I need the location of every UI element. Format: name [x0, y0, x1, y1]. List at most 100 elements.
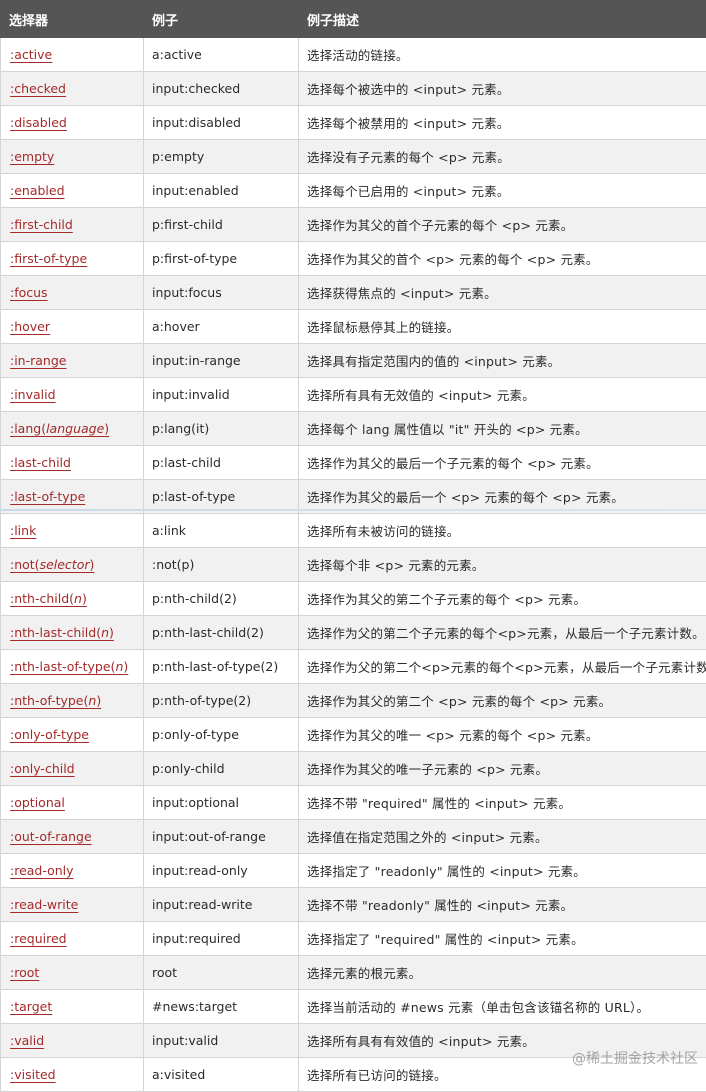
example-cell: p:first-of-type	[144, 242, 299, 276]
example-cell: input:in-range	[144, 344, 299, 378]
selector-link[interactable]: :visited	[10, 1067, 56, 1082]
selector-link[interactable]: :nth-of-type(n)	[10, 693, 101, 708]
selector-link[interactable]: :disabled	[10, 115, 67, 130]
selector-name: :visited	[10, 1067, 56, 1082]
selector-cell: :first-child	[1, 208, 144, 242]
description-cell: 选择当前活动的 #news 元素（单击包含该锚名称的 URL）。	[299, 990, 706, 1024]
selector-name: :nth-last-child(	[10, 625, 101, 640]
selector-link[interactable]: :read-only	[10, 863, 74, 878]
description-cell: 选择作为父的第二个子元素的每个<p>元素，从最后一个子元素计数。	[299, 616, 706, 650]
table-header: 选择器 例子 例子描述	[1, 1, 706, 38]
selector-name: :enabled	[10, 183, 65, 198]
selector-name: :active	[10, 47, 52, 62]
selector-link[interactable]: :active	[10, 47, 52, 62]
selector-name: :last-of-type	[10, 489, 85, 504]
header-row: 选择器 例子 例子描述	[1, 1, 706, 38]
description-cell: 选择值在指定范围之外的 <input> 元素。	[299, 820, 706, 854]
selector-name: :nth-child(	[10, 591, 74, 606]
selector-cell: :only-of-type	[1, 718, 144, 752]
table-row: :optionalinput:optional选择不带 "required" 属…	[1, 786, 706, 820]
selector-link[interactable]: :out-of-range	[10, 829, 92, 844]
description-cell: 选择指定了 "required" 属性的 <input> 元素。	[299, 922, 706, 956]
selector-name: :focus	[10, 285, 48, 300]
selector-link[interactable]: :enabled	[10, 183, 65, 198]
selector-argument: selector	[40, 557, 90, 572]
selector-close-paren: )	[109, 625, 114, 640]
table-row: :only-of-type p:only-of-type选择作为其父的唯一 <p>…	[1, 718, 706, 752]
selector-link[interactable]: :invalid	[10, 387, 56, 402]
selector-cell: :only-child	[1, 752, 144, 786]
table-row: :checkedinput:checked选择每个被选中的 <input> 元素…	[1, 72, 706, 106]
header-example: 例子	[144, 1, 299, 38]
selector-cell: :active	[1, 38, 144, 72]
description-cell: 选择作为其父的第二个子元素的每个 <p> 元素。	[299, 582, 706, 616]
example-cell: input:enabled	[144, 174, 299, 208]
selector-link[interactable]: :not(selector)	[10, 557, 94, 572]
table-row: :out-of-range input:out-of-range选择值在指定范围之…	[1, 820, 706, 854]
selector-close-paren: )	[123, 659, 128, 674]
selector-name: :nth-last-of-type(	[10, 659, 115, 674]
selector-reference-table: 选择器 例子 例子描述 :activea:active选择活动的链接。:chec…	[0, 0, 706, 1092]
table-row: :activea:active选择活动的链接。	[1, 38, 706, 72]
selector-link[interactable]: :checked	[10, 81, 66, 96]
selector-link[interactable]: :empty	[10, 149, 54, 164]
selector-name: :first-child	[10, 217, 73, 232]
example-cell: input:optional	[144, 786, 299, 820]
selector-link[interactable]: :first-of-type	[10, 251, 87, 266]
example-cell: a:visited	[144, 1058, 299, 1092]
selector-link[interactable]: :first-child	[10, 217, 73, 232]
selector-cell: :required	[1, 922, 144, 956]
table-row: :first-childp:first-child选择作为其父的首个子元素的每个…	[1, 208, 706, 242]
selector-name: :only-of-type	[10, 727, 89, 742]
selector-link[interactable]: :nth-last-of-type(n)	[10, 659, 128, 674]
selector-link[interactable]: :valid	[10, 1033, 44, 1048]
selector-link[interactable]: :nth-last-child(n)	[10, 625, 114, 640]
selector-link[interactable]: :last-of-type	[10, 489, 85, 504]
selector-link[interactable]: :focus	[10, 285, 48, 300]
selector-link[interactable]: :target	[10, 999, 52, 1014]
selector-name: :lang(	[10, 421, 46, 436]
table-row: :focusinput:focus选择获得焦点的 <input> 元素。	[1, 276, 706, 310]
selector-cell: :empty	[1, 140, 144, 174]
description-cell: 选择所有具有无效值的 <input> 元素。	[299, 378, 706, 412]
selector-link[interactable]: :only-child	[10, 761, 75, 776]
selector-name: :only-child	[10, 761, 75, 776]
selector-link[interactable]: :optional	[10, 795, 65, 810]
selector-link[interactable]: :link	[10, 523, 36, 538]
example-cell: p:nth-of-type(2)	[144, 684, 299, 718]
table-row: :hovera:hover选择鼠标悬停其上的链接。	[1, 310, 706, 344]
selector-link[interactable]: :in-range	[10, 353, 66, 368]
table-row: :requiredinput:required选择指定了 "required" …	[1, 922, 706, 956]
selector-cell: :lang(language)	[1, 412, 144, 446]
selector-name: :out-of-range	[10, 829, 92, 844]
selector-name: :read-only	[10, 863, 74, 878]
description-cell: 选择没有子元素的每个 <p> 元素。	[299, 140, 706, 174]
example-cell: p:nth-last-of-type(2)	[144, 650, 299, 684]
selector-link[interactable]: :required	[10, 931, 67, 946]
selector-cell: :invalid	[1, 378, 144, 412]
description-cell: 选择指定了 "readonly" 属性的 <input> 元素。	[299, 854, 706, 888]
table-row: :lang(language)p:lang(it)选择每个 lang 属性值以 …	[1, 412, 706, 446]
description-cell: 选择作为其父的唯一 <p> 元素的每个 <p> 元素。	[299, 718, 706, 752]
selector-link[interactable]: :only-of-type	[10, 727, 89, 742]
selector-link[interactable]: :nth-child(n)	[10, 591, 87, 606]
example-cell: p:only-of-type	[144, 718, 299, 752]
selector-close-paren: )	[96, 693, 101, 708]
selector-cell: :focus	[1, 276, 144, 310]
table-row: :last-childp:last-child选择作为其父的最后一个子元素的每个…	[1, 446, 706, 480]
description-cell: 选择作为其父的首个子元素的每个 <p> 元素。	[299, 208, 706, 242]
selector-close-paren: )	[90, 557, 95, 572]
selector-link[interactable]: :hover	[10, 319, 50, 334]
example-cell: input:out-of-range	[144, 820, 299, 854]
selector-link[interactable]: :root	[10, 965, 39, 980]
description-cell: 选择作为其父的第二个 <p> 元素的每个 <p> 元素。	[299, 684, 706, 718]
table-row: :enabledinput:enabled选择每个已启用的 <input> 元素…	[1, 174, 706, 208]
selector-argument: n	[101, 625, 109, 640]
header-description: 例子描述	[299, 1, 706, 38]
example-cell: p:only-child	[144, 752, 299, 786]
selector-link[interactable]: :lang(language)	[10, 421, 109, 436]
selector-cell: :nth-of-type(n)	[1, 684, 144, 718]
selector-link[interactable]: :last-child	[10, 455, 71, 470]
selector-cell: :first-of-type	[1, 242, 144, 276]
selector-link[interactable]: :read-write	[10, 897, 78, 912]
